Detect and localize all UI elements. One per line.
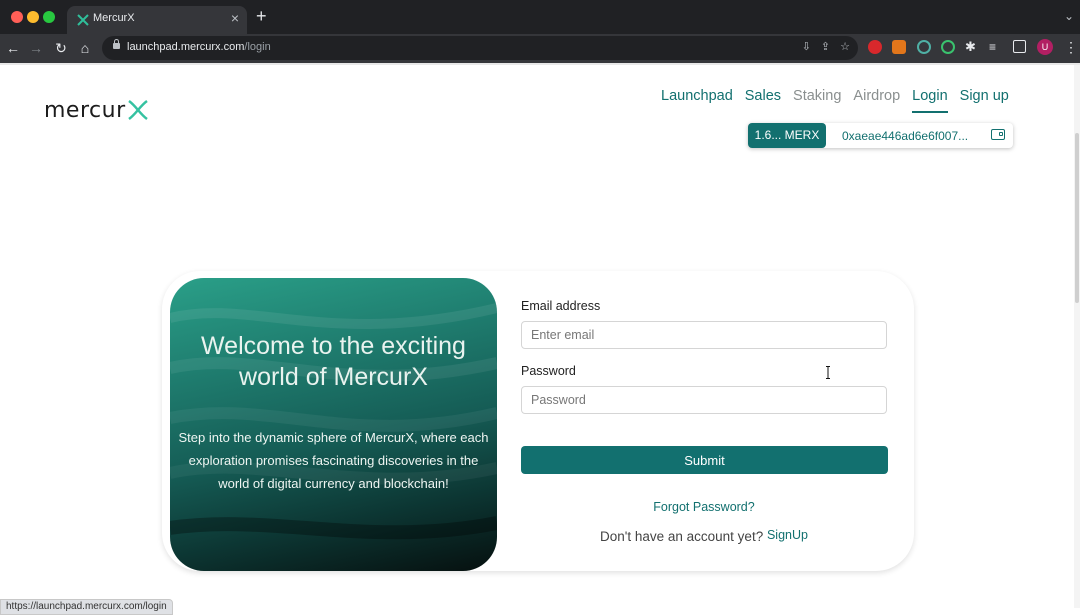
page-top-border bbox=[0, 63, 1080, 65]
extension-circle-icon[interactable] bbox=[941, 40, 955, 54]
browser-toolbar: ← → ↻ ⌂ launchpad.mercurx.com/login ⇩ ⇪ … bbox=[0, 34, 1080, 63]
maximize-window-button[interactable] bbox=[43, 11, 55, 23]
signup-prompt: Don't have an account yet? SignUp bbox=[521, 528, 887, 544]
install-app-icon[interactable]: ⇩ bbox=[802, 40, 811, 53]
extension-network-icon[interactable] bbox=[917, 40, 931, 54]
minimize-window-button[interactable] bbox=[27, 11, 39, 23]
no-account-text: Don't have an account yet? bbox=[600, 529, 764, 544]
url-text: launchpad.mercurx.com/login bbox=[127, 41, 271, 53]
scrollbar-thumb[interactable] bbox=[1075, 133, 1079, 303]
logo-x-icon bbox=[127, 99, 148, 121]
side-panel-icon[interactable] bbox=[1013, 40, 1026, 53]
status-bar-url: https://launchpad.mercurx.com/login bbox=[0, 599, 173, 615]
extension-red-icon[interactable] bbox=[868, 40, 882, 54]
browser-tab[interactable]: MercurX × bbox=[67, 6, 247, 34]
reload-icon[interactable]: ↻ bbox=[52, 39, 70, 57]
back-arrow-icon[interactable]: ← bbox=[4, 39, 22, 57]
mercurx-favicon-icon bbox=[77, 14, 89, 26]
forward-arrow-icon[interactable]: → bbox=[27, 39, 45, 57]
extensions-puzzle-icon[interactable]: ✱ bbox=[965, 40, 979, 54]
nav-airdrop[interactable]: Airdrop bbox=[853, 88, 900, 113]
token-balance: 1.6... MERX bbox=[748, 123, 826, 148]
tab-close-icon[interactable]: × bbox=[231, 10, 239, 26]
text-cursor-icon bbox=[826, 366, 830, 379]
share-icon[interactable]: ⇪ bbox=[821, 40, 830, 53]
close-window-button[interactable] bbox=[11, 11, 23, 23]
wallet-icon[interactable] bbox=[991, 129, 1005, 140]
tab-title: MercurX bbox=[93, 12, 135, 24]
hero-subtitle: Step into the dynamic sphere of MercurX,… bbox=[178, 430, 489, 491]
hero-title: Welcome to the exciting world of MercurX bbox=[201, 332, 466, 391]
forgot-password-link[interactable]: Forgot Password? bbox=[521, 500, 887, 514]
browser-menu-icon[interactable]: ⋮ bbox=[1064, 38, 1078, 56]
submit-button[interactable]: Submit bbox=[521, 446, 888, 474]
nav-login[interactable]: Login bbox=[912, 88, 948, 113]
page-scrollbar[interactable] bbox=[1074, 65, 1080, 608]
site-logo[interactable]: mercur bbox=[44, 96, 150, 124]
email-label: Email address bbox=[521, 299, 601, 313]
bookmark-star-icon[interactable]: ☆ bbox=[840, 40, 850, 53]
nav-sales[interactable]: Sales bbox=[745, 88, 781, 113]
email-field[interactable] bbox=[521, 321, 887, 349]
address-bar[interactable]: launchpad.mercurx.com/login ⇩ ⇪ ☆ bbox=[102, 36, 858, 60]
wallet-address[interactable]: 0xaeae446ad6e6f007... bbox=[842, 129, 968, 143]
password-field[interactable] bbox=[521, 386, 887, 414]
browser-tab-bar: MercurX × + ⌄ bbox=[0, 0, 1080, 34]
home-icon[interactable]: ⌂ bbox=[76, 39, 94, 57]
tab-search-chevron-icon[interactable]: ⌄ bbox=[1064, 9, 1074, 23]
logo-wordmark: mercur bbox=[44, 97, 126, 123]
lock-icon bbox=[113, 39, 120, 49]
nav-staking[interactable]: Staking bbox=[793, 88, 841, 113]
nav-launchpad[interactable]: Launchpad bbox=[661, 88, 733, 113]
new-tab-button[interactable]: + bbox=[256, 7, 267, 25]
password-label: Password bbox=[521, 364, 576, 378]
hero-wave-background bbox=[170, 303, 497, 540]
reading-list-icon[interactable]: ≡ bbox=[989, 40, 1003, 54]
welcome-hero-panel: Welcome to the exciting world of MercurX… bbox=[170, 278, 497, 571]
main-nav: Launchpad Sales Staking Airdrop Login Si… bbox=[661, 88, 1009, 113]
metamask-fox-icon[interactable] bbox=[892, 40, 906, 54]
profile-avatar[interactable]: U bbox=[1037, 39, 1053, 55]
wallet-widget[interactable]: 1.6... MERX 0xaeae446ad6e6f007... bbox=[748, 123, 1013, 148]
signup-link[interactable]: SignUp bbox=[767, 528, 808, 542]
nav-signup[interactable]: Sign up bbox=[960, 88, 1009, 113]
